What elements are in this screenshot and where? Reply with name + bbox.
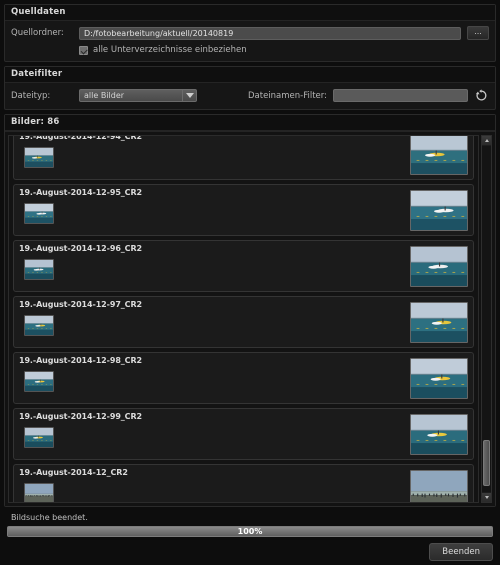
filename-filter-input[interactable] — [333, 89, 468, 102]
file-filter-row: Dateityp: alle Bilder Dateinamen-Filter: — [11, 88, 489, 103]
filetype-label: Dateityp: — [11, 90, 51, 101]
scrollbar-thumb[interactable] — [483, 440, 490, 486]
source-data-group-title: Quelldaten — [5, 5, 495, 21]
image-thumbnail-small[interactable] — [24, 147, 54, 168]
image-thumbnail-large[interactable] — [410, 470, 468, 502]
filetype-select[interactable]: alle Bilder — [79, 89, 197, 102]
scroll-up-icon[interactable] — [482, 136, 491, 146]
progress-bar-label: 100% — [237, 527, 263, 536]
image-file-name: 19.-August-2014-12-99_CR2 — [19, 412, 142, 421]
filetype-selected-value: alle Bilder — [84, 91, 125, 100]
images-group-title: Bilder: 86 — [5, 115, 495, 131]
image-file-name: 19.-August-2014-12_CR2 — [19, 468, 128, 477]
image-list-item[interactable]: 19.-August-2014-12-94_CR2 — [13, 135, 474, 180]
chevron-down-icon — [182, 90, 196, 101]
image-thumbnail-small[interactable] — [24, 427, 54, 448]
refresh-icon[interactable] — [473, 88, 489, 103]
scrollbar-track[interactable] — [482, 146, 491, 492]
file-filter-group-title: Dateifilter — [5, 67, 495, 83]
images-group: Bilder: 86 19.-August-2014-12-94_CR2 19.-… — [4, 114, 496, 507]
image-file-name: 19.-August-2014-12-98_CR2 — [19, 356, 142, 365]
image-thumbnail-small[interactable] — [24, 315, 54, 336]
image-file-name: 19.-August-2014-12-96_CR2 — [19, 244, 142, 253]
source-folder-row: Quellordner: ... — [11, 26, 489, 40]
image-list[interactable]: 19.-August-2014-12-94_CR2 19.-August-2014… — [8, 135, 479, 503]
source-data-group: Quelldaten Quellordner: ... alle Unterve… — [4, 4, 496, 62]
close-button[interactable]: Beenden — [429, 543, 493, 561]
scroll-down-icon[interactable] — [482, 492, 491, 502]
image-list-item[interactable]: 19.-August-2014-12-97_CR2 — [13, 296, 474, 348]
footer: Bildsuche beendet. 100% Beenden — [4, 510, 496, 565]
status-message: Bildsuche beendet. — [11, 513, 88, 522]
image-list-item[interactable]: 19.-August-2014-12-98_CR2 — [13, 352, 474, 404]
image-list-inner: 19.-August-2014-12-94_CR2 19.-August-2014… — [9, 135, 478, 502]
browse-folder-button[interactable]: ... — [467, 26, 489, 40]
image-thumbnail-small[interactable] — [24, 371, 54, 392]
image-list-item[interactable]: 19.-August-2014-12-95_CR2 — [13, 184, 474, 236]
image-file-name: 19.-August-2014-12-97_CR2 — [19, 300, 142, 309]
image-thumbnail-large[interactable] — [410, 414, 468, 455]
file-filter-group: Dateifilter Dateityp: alle Bilder Datein… — [4, 66, 496, 110]
image-thumbnail-large[interactable] — [410, 302, 468, 343]
source-folder-input[interactable] — [79, 26, 461, 40]
filename-filter-label: Dateinamen-Filter: — [247, 90, 327, 101]
image-search-dialog: Quelldaten Quellordner: ... alle Unterve… — [0, 0, 500, 565]
source-folder-label: Quellordner: — [11, 28, 64, 38]
image-thumbnail-large[interactable] — [410, 358, 468, 399]
image-list-item[interactable]: 19.-August-2014-12-99_CR2 — [13, 408, 474, 460]
image-file-name: 19.-August-2014-12-95_CR2 — [19, 188, 142, 197]
include-subdirs-row[interactable]: alle Unterverzeichnisse einbeziehen — [11, 45, 489, 55]
image-thumbnail-large[interactable] — [410, 246, 468, 287]
image-thumbnail-small[interactable] — [24, 483, 54, 502]
image-thumbnail-small[interactable] — [24, 259, 54, 280]
include-subdirs-label: alle Unterverzeichnisse einbeziehen — [93, 45, 247, 55]
image-list-item[interactable]: 19.-August-2014-12_CR2 — [13, 464, 474, 502]
image-file-name: 19.-August-2014-12-94_CR2 — [19, 135, 142, 141]
progress-bar: 100% — [7, 526, 493, 537]
image-list-scrollbar[interactable] — [481, 135, 492, 503]
image-thumbnail-large[interactable] — [410, 190, 468, 231]
image-list-item[interactable]: 19.-August-2014-12-96_CR2 — [13, 240, 474, 292]
image-thumbnail-large[interactable] — [410, 136, 468, 175]
image-thumbnail-small[interactable] — [24, 203, 54, 224]
include-subdirs-checkbox[interactable] — [79, 45, 88, 55]
